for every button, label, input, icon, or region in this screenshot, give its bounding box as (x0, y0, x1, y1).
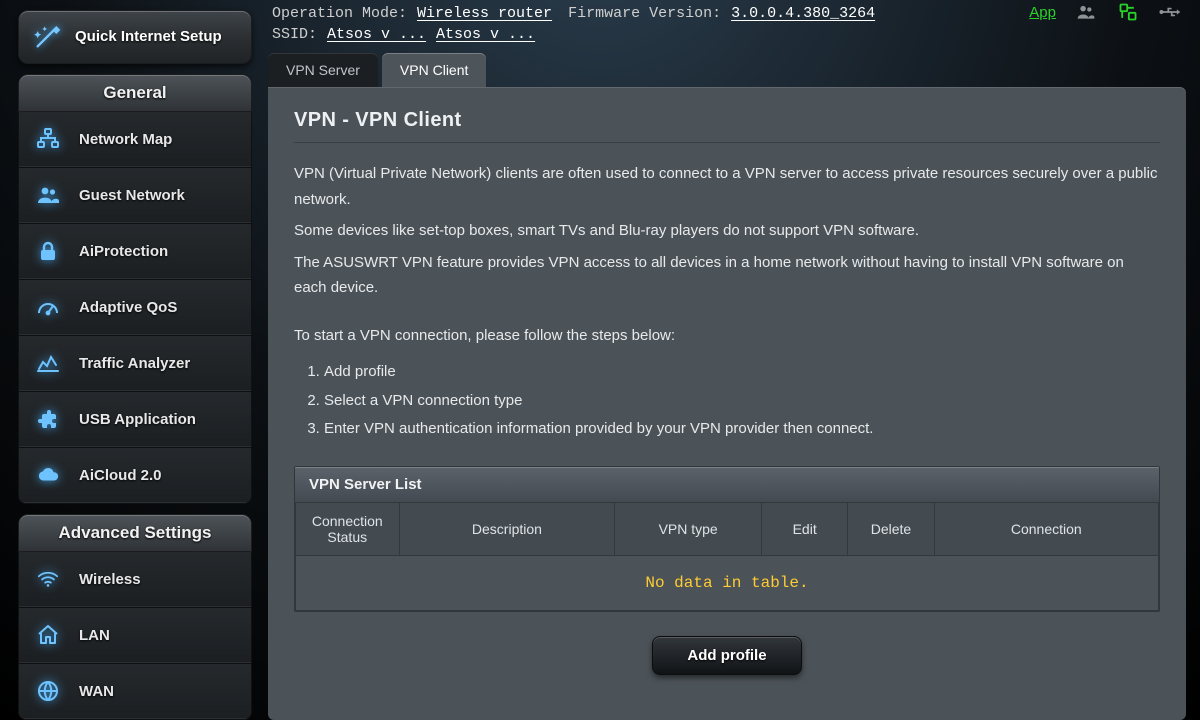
router-admin-page: Quick Internet Setup General Network Map… (0, 0, 1200, 720)
status-bar: Operation Mode: Wireless router Firmware… (268, 2, 1186, 26)
sidebar-item-label: AiCloud 2.0 (79, 467, 162, 484)
sidebar-item-label: WAN (79, 683, 114, 700)
ssid-b[interactable]: Atsos v ... (436, 26, 535, 43)
step-2: Select a VPN connection type (324, 387, 1160, 416)
network-status-icon[interactable] (1116, 2, 1140, 22)
gauge-icon (33, 293, 63, 321)
quick-internet-setup[interactable]: Quick Internet Setup (18, 10, 252, 64)
col-edit: Edit (762, 502, 848, 555)
intro-p3: The ASUSWRT VPN feature provides VPN acc… (294, 250, 1160, 301)
sidebar-item-wireless[interactable]: Wireless (19, 552, 251, 607)
sidebar-item-traffic-analyzer[interactable]: Traffic Analyzer (19, 335, 251, 391)
quick-setup-label: Quick Internet Setup (75, 28, 222, 46)
sidebar-item-label: Network Map (79, 131, 172, 148)
intro-p1: VPN (Virtual Private Network) clients ar… (294, 161, 1160, 212)
col-connection: Connection (934, 502, 1158, 555)
advanced-section: Advanced Settings Wireless LAN WAN (18, 514, 252, 720)
home-icon (33, 621, 63, 649)
sidebar-item-label: Wireless (79, 571, 141, 588)
sidebar-item-label: Traffic Analyzer (79, 355, 190, 372)
sidebar-item-wan[interactable]: WAN (19, 663, 251, 719)
steps-list: Add profile Select a VPN connection type… (324, 358, 1160, 444)
lock-icon (33, 237, 63, 265)
col-delete: Delete (848, 502, 934, 555)
wifi-icon (33, 565, 63, 593)
tab-vpn-client[interactable]: VPN Client (382, 53, 486, 87)
chart-icon (33, 349, 63, 377)
vpn-server-list: VPN Server List Connection Status Descri… (294, 466, 1160, 612)
main-area: Operation Mode: Wireless router Firmware… (262, 0, 1200, 720)
add-profile-button[interactable]: Add profile (652, 636, 801, 675)
wand-icon (33, 23, 61, 51)
col-description: Description (399, 502, 615, 555)
general-section: General Network Map Guest Network AiProt… (18, 74, 252, 504)
sidebar-item-label: LAN (79, 627, 110, 644)
sidebar-item-aiprotection[interactable]: AiProtection (19, 223, 251, 279)
general-menu: Network Map Guest Network AiProtection A… (18, 112, 252, 504)
op-mode-label: Operation Mode: (272, 5, 407, 22)
intro-p4: To start a VPN connection, please follow… (294, 323, 1160, 349)
sidebar-item-label: Adaptive QoS (79, 299, 177, 316)
vpn-table: Connection Status Description VPN type E… (295, 502, 1159, 611)
advanced-menu: Wireless LAN WAN (18, 552, 252, 720)
tab-vpn-server[interactable]: VPN Server (268, 53, 378, 87)
ssid-row: SSID: Atsos v ... Atsos v ... (268, 26, 1186, 47)
sidebar-item-guest-network[interactable]: Guest Network (19, 167, 251, 223)
page-title: VPN - VPN Client (294, 109, 1160, 132)
sidebar: Quick Internet Setup General Network Map… (0, 0, 262, 720)
ssid-label: SSID: (272, 26, 317, 43)
fw-value[interactable]: 3.0.0.4.380_3264 (731, 5, 875, 22)
col-conn-status: Connection Status (296, 502, 400, 555)
sidebar-item-network-map[interactable]: Network Map (19, 112, 251, 167)
sidebar-item-usb-application[interactable]: USB Application (19, 391, 251, 447)
ssid-a[interactable]: Atsos v ... (327, 26, 426, 43)
button-row: Add profile (294, 636, 1160, 675)
step-1: Add profile (324, 358, 1160, 387)
sidebar-item-aicloud[interactable]: AiCloud 2.0 (19, 447, 251, 503)
empty-row: No data in table. (296, 555, 1159, 610)
op-mode-value[interactable]: Wireless router (417, 5, 552, 22)
sidebar-item-adaptive-qos[interactable]: Adaptive QoS (19, 279, 251, 335)
sidebar-item-lan[interactable]: LAN (19, 607, 251, 663)
sidebar-item-label: Guest Network (79, 187, 185, 204)
app-link[interactable]: App (1029, 4, 1056, 21)
globe-icon (33, 677, 63, 705)
fw-label: Firmware Version: (568, 5, 721, 22)
sidebar-item-label: AiProtection (79, 243, 168, 260)
users-icon (33, 181, 63, 209)
network-map-icon (33, 125, 63, 153)
content-panel: VPN - VPN Client VPN (Virtual Private Ne… (268, 87, 1186, 720)
advanced-heading: Advanced Settings (18, 514, 252, 552)
col-vpn-type: VPN type (615, 502, 762, 555)
general-heading: General (18, 74, 252, 112)
usb-icon[interactable] (1158, 2, 1182, 22)
step-3: Enter VPN authentication information pro… (324, 415, 1160, 444)
puzzle-icon (33, 405, 63, 433)
cloud-icon (33, 461, 63, 489)
clients-icon[interactable] (1074, 2, 1098, 22)
divider (294, 142, 1160, 143)
intro-p2: Some devices like set-top boxes, smart T… (294, 218, 1160, 244)
tab-bar: VPN Server VPN Client (268, 53, 1186, 87)
table-title: VPN Server List (295, 467, 1159, 502)
sidebar-item-label: USB Application (79, 411, 196, 428)
